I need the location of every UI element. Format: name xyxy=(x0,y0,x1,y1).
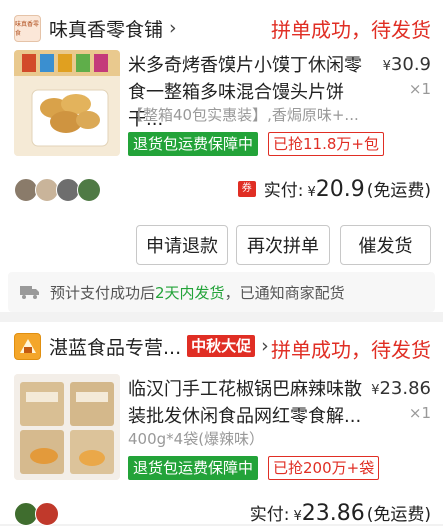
price-symbol: ¥ xyxy=(382,59,391,74)
notice-suffix: ，已通知商家配货 xyxy=(224,283,345,302)
shop-logo: 味真香零食 xyxy=(14,14,41,42)
paid-label: 实付: xyxy=(249,505,290,525)
notice-highlight: 2天内发货 xyxy=(155,283,225,302)
product-thumbnail xyxy=(14,374,120,480)
product-title[interactable]: 临汉门手工花椒锅巴麻辣味散 装批发休闲食品网红零食解... xyxy=(128,376,378,430)
paid-label: 实付: xyxy=(263,181,304,201)
reorder-button[interactable]: 再次拼单 xyxy=(236,225,330,265)
shop-name[interactable]: 味真香零食铺 xyxy=(49,15,163,42)
avatar xyxy=(77,178,101,202)
shipping-notice-text: 预计支付成功后2天内发货，已通知商家配货 xyxy=(50,282,345,303)
return-shipping-guarantee-tag: 退货包运费保障中 xyxy=(128,132,259,156)
product-title-line1: 临汉门手工花椒锅巴麻辣味散 xyxy=(128,379,362,400)
product-quantity: ×1 xyxy=(408,80,431,98)
avatar xyxy=(35,502,59,526)
paid-note: (免运费) xyxy=(366,505,431,525)
shop-logo-text: 味真香零食 xyxy=(15,21,40,37)
sales-count-tag: 已抢200万+袋 xyxy=(268,456,380,480)
order-card[interactable]: 味真香零食 味真香零食铺 › 拼单成功，待发货 米多奇烤香馍片小馍丁休闲零 食一… xyxy=(0,0,443,312)
price-value: 30.9 xyxy=(390,54,431,75)
price-value: 23.86 xyxy=(379,378,431,399)
shop-name[interactable]: 湛蓝食品专营... xyxy=(49,333,181,360)
truck-icon xyxy=(20,286,39,299)
return-shipping-guarantee-tag: 退货包运费保障中 xyxy=(128,456,259,480)
product-spec: 【整箱40包实惠装】,香焗原味+... xyxy=(128,106,359,124)
notice-prefix: 预计支付成功后 xyxy=(50,283,156,302)
group-avatars[interactable] xyxy=(14,178,101,202)
product-title-line1: 米多奇烤香馍片小馍丁休闲零 xyxy=(128,55,362,76)
shipping-notice: 预计支付成功后2天内发货，已通知商家配货 xyxy=(8,272,435,312)
product-image[interactable] xyxy=(14,50,120,156)
paid-note: (免运费) xyxy=(366,181,431,201)
product-thumbnail xyxy=(14,50,120,156)
product-spec: 400g*4袋(爆辣味） xyxy=(128,430,265,448)
paid-amount: 券 实付: ¥ 20.9 (免运费) xyxy=(237,176,431,202)
product-price: ¥23.86 xyxy=(371,378,431,399)
group-avatars[interactable] xyxy=(14,502,59,526)
order-card[interactable]: 湛蓝食品专营... 中秋大促 › 拼单成功，待发货 临汉门手工花椒锅巴麻辣味散 … xyxy=(0,322,443,526)
product-image[interactable] xyxy=(14,374,120,480)
coupon-icon: 券 xyxy=(237,181,256,197)
chevron-right-icon[interactable]: › xyxy=(169,17,177,39)
shop-logo xyxy=(14,332,41,360)
paid-amount: 实付: ¥ 23.86 (免运费) xyxy=(250,500,431,526)
promo-badge: 中秋大促 xyxy=(187,335,256,357)
chevron-right-icon[interactable]: › xyxy=(261,335,269,357)
order-status: 拼单成功，待发货 xyxy=(271,18,431,42)
shop-header[interactable]: 味真香零食 味真香零食铺 › xyxy=(14,12,177,44)
paid-value: 23.86 xyxy=(301,501,365,526)
product-title-line2: 装批发休闲食品网红零食解... xyxy=(128,406,362,427)
product-quantity: ×1 xyxy=(408,404,431,422)
order-status: 拼单成功，待发货 xyxy=(271,338,431,362)
sales-count-tag: 已抢11.8万+包 xyxy=(268,132,384,156)
refund-button[interactable]: 申请退款 xyxy=(136,225,228,265)
shop-logo-graphic xyxy=(19,339,36,353)
paid-value: 20.9 xyxy=(315,177,365,202)
urge-shipping-button[interactable]: 催发货 xyxy=(340,225,431,265)
shop-header[interactable]: 湛蓝食品专营... 中秋大促 › xyxy=(14,330,269,362)
product-price: ¥30.9 xyxy=(383,54,431,75)
paid-symbol: ¥ xyxy=(293,509,302,524)
paid-symbol: ¥ xyxy=(307,185,316,200)
